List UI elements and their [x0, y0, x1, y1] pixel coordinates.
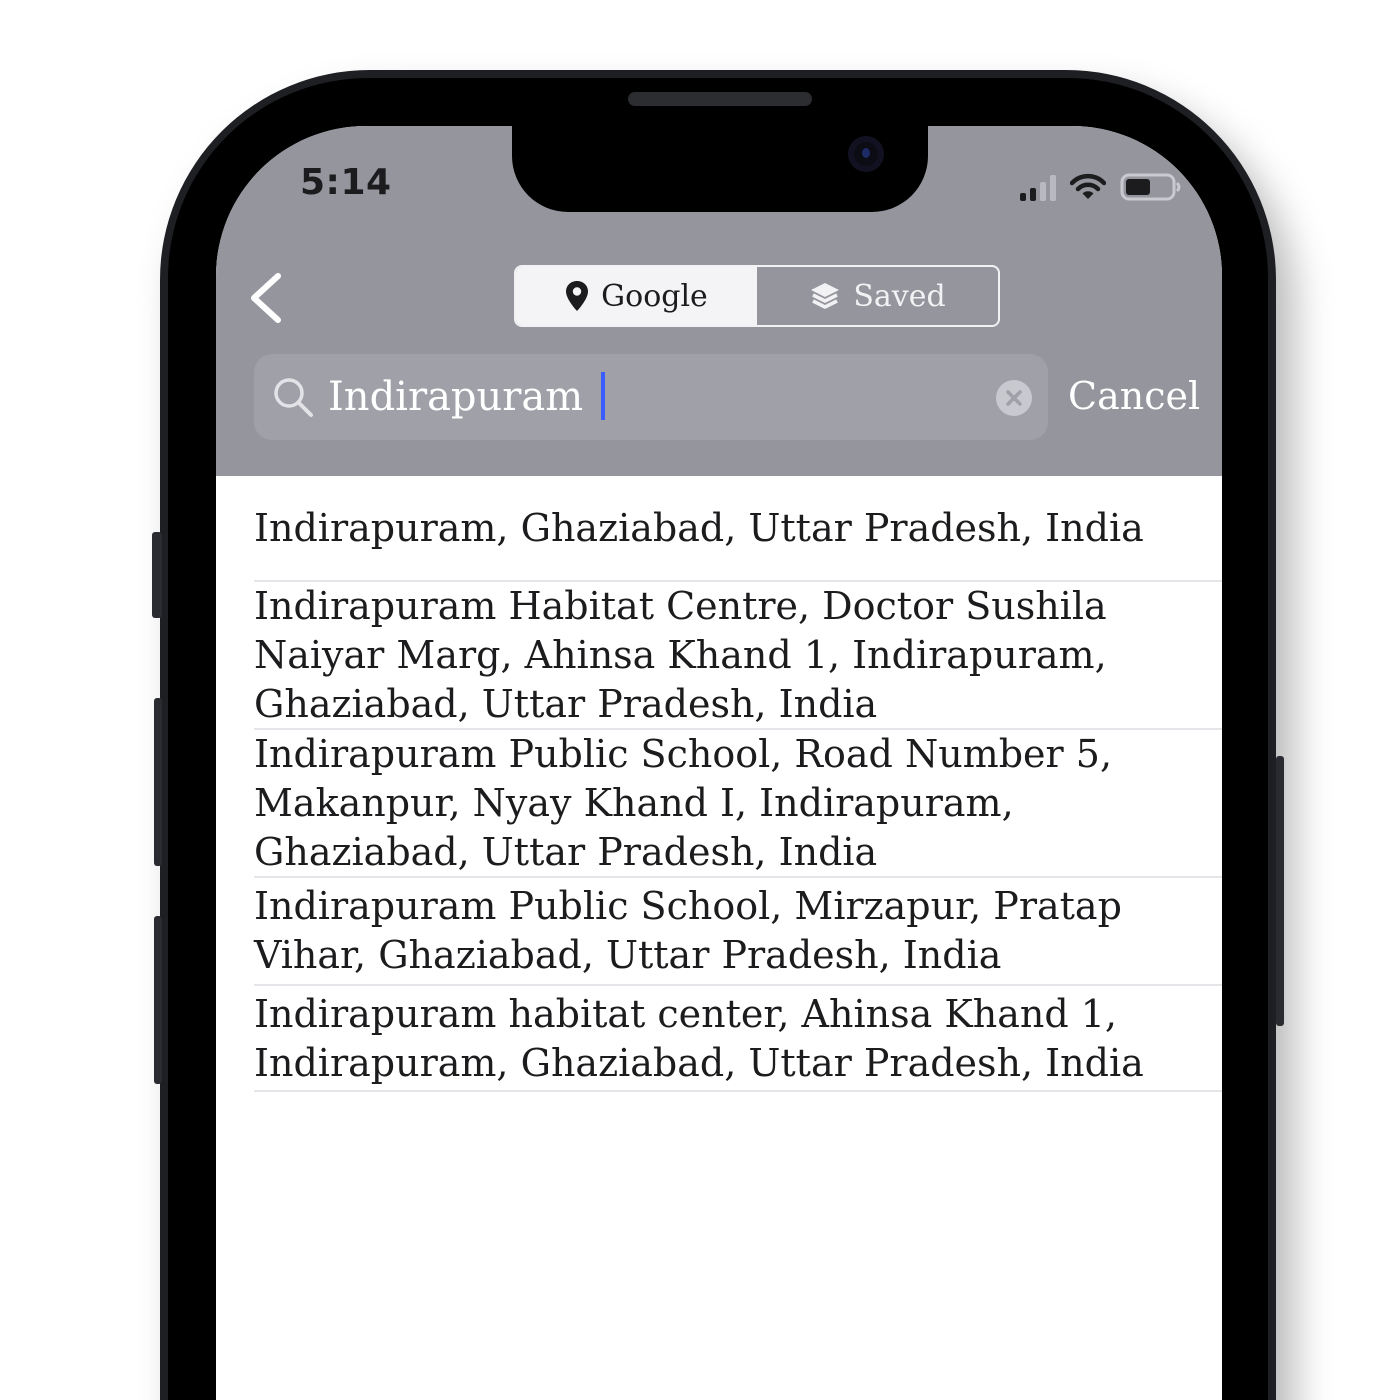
mute-switch — [152, 532, 162, 618]
clear-search-button[interactable] — [996, 380, 1032, 416]
search-input[interactable] — [328, 364, 988, 430]
back-button[interactable] — [246, 272, 286, 324]
cellular-signal-icon — [1020, 173, 1056, 201]
wifi-icon — [1070, 173, 1106, 199]
cancel-button[interactable]: Cancel — [1068, 366, 1200, 426]
text-caret — [601, 372, 605, 420]
layers-icon — [811, 283, 840, 309]
page: 5:14 Google Saved Indirapuram Cancel Ind… — [0, 0, 1400, 1400]
volume-down-button — [154, 916, 162, 1084]
battery-icon — [1120, 173, 1181, 201]
map-pin-icon — [566, 281, 589, 311]
notch — [512, 126, 928, 212]
result-item[interactable]: Indirapuram habitat center, Ahinsa Khand… — [254, 986, 1222, 1092]
front-camera — [848, 136, 884, 172]
phone-screen: 5:14 Google Saved Indirapuram Cancel Ind… — [216, 126, 1222, 1400]
result-item[interactable]: Indirapuram Habitat Centre, Doctor Sushi… — [254, 582, 1222, 730]
chevron-left-icon — [251, 273, 281, 323]
tab-saved[interactable]: Saved — [757, 267, 998, 325]
search-results-list: Indirapuram, Ghaziabad, Uttar Pradesh, I… — [254, 476, 1222, 1092]
search-bar — [254, 354, 1048, 440]
earpiece-speaker — [628, 92, 812, 106]
search-header: 5:14 Google Saved Indirapuram Cancel — [216, 126, 1222, 476]
result-item[interactable]: Indirapuram Public School, Mirzapur, Pra… — [254, 878, 1222, 986]
search-icon — [274, 378, 313, 417]
result-item[interactable]: Indirapuram, Ghaziabad, Uttar Pradesh, I… — [254, 476, 1222, 582]
power-button — [1276, 756, 1284, 1026]
clear-icon — [1006, 390, 1022, 406]
result-item[interactable]: Indirapuram Public School, Road Number 5… — [254, 730, 1222, 878]
status-time: 5:14 — [300, 162, 392, 203]
status-icons — [1020, 170, 1182, 204]
tab-saved-label: Saved — [853, 278, 946, 314]
volume-up-button — [154, 698, 162, 866]
tab-google-label: Google — [601, 278, 708, 314]
tab-google[interactable]: Google — [516, 267, 757, 325]
source-segmented-control: Google Saved — [514, 265, 1000, 327]
